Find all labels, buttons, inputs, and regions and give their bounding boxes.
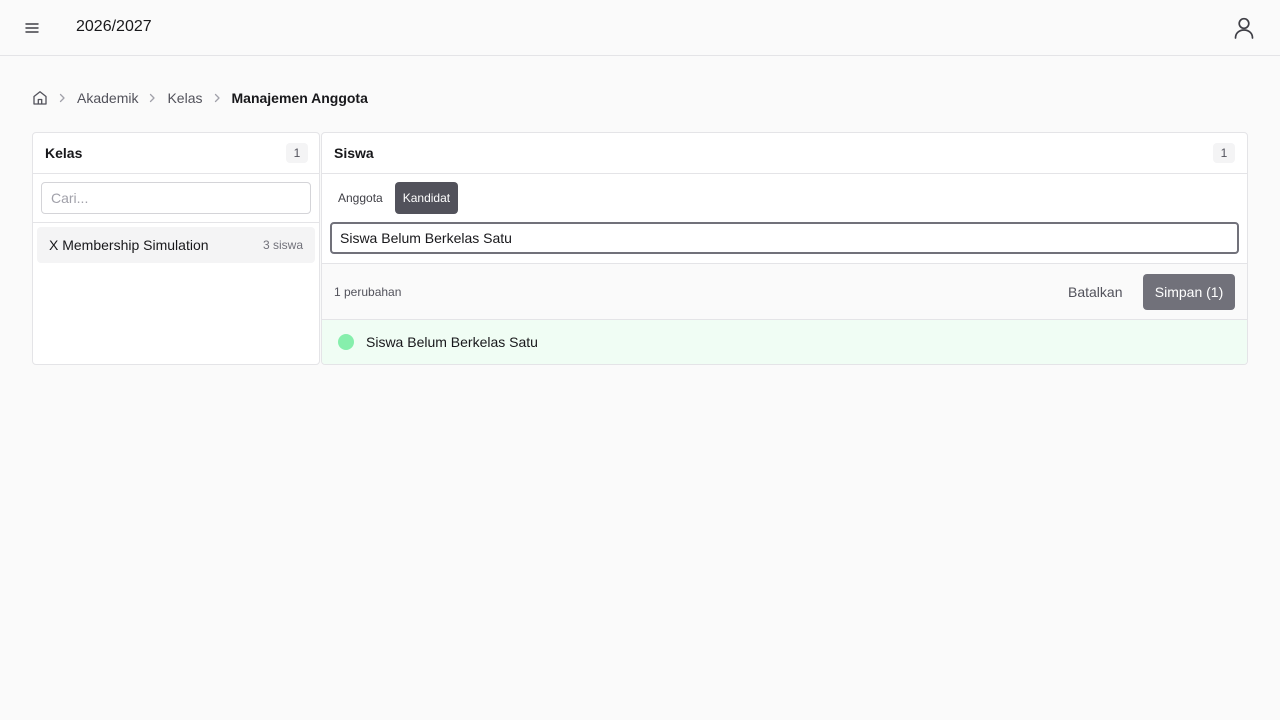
breadcrumb-akademik[interactable]: Akademik bbox=[77, 90, 138, 106]
breadcrumb-current: Manajemen Anggota bbox=[231, 90, 368, 106]
class-panel-title: Kelas bbox=[45, 145, 83, 161]
chevron-right-icon bbox=[54, 90, 70, 106]
hamburger-menu-icon bbox=[25, 23, 39, 33]
class-panel: Kelas 1 X Membership Simulation 3 siswa bbox=[32, 132, 320, 365]
student-search-input[interactable] bbox=[330, 222, 1239, 254]
student-name: Siswa Belum Berkelas Satu bbox=[366, 334, 538, 350]
tab-anggota[interactable]: Anggota bbox=[330, 182, 391, 214]
breadcrumb-home[interactable] bbox=[32, 90, 48, 106]
student-tabs: Anggota Kandidat bbox=[330, 182, 462, 214]
student-panel-header: Siswa 1 bbox=[322, 133, 1247, 174]
selected-status-dot bbox=[338, 334, 354, 350]
home-icon bbox=[33, 91, 47, 105]
class-count-badge: 1 bbox=[286, 143, 308, 163]
chevron-right-icon bbox=[209, 90, 225, 106]
class-search-input[interactable] bbox=[41, 182, 311, 214]
class-name: X Membership Simulation bbox=[49, 237, 209, 253]
student-panel: Siswa 1 Anggota Kandidat 1 perubahan Bat… bbox=[321, 132, 1248, 365]
class-list-item[interactable]: X Membership Simulation 3 siswa bbox=[37, 227, 315, 263]
pending-changes-text: 1 perubahan bbox=[334, 285, 402, 299]
student-panel-title: Siswa bbox=[334, 145, 374, 161]
hamburger-menu-button[interactable] bbox=[20, 16, 44, 40]
student-list-item[interactable]: Siswa Belum Berkelas Satu bbox=[322, 320, 1247, 364]
breadcrumb: Akademik Kelas Manajemen Anggota bbox=[32, 88, 368, 108]
class-student-count: 3 siswa bbox=[262, 238, 303, 252]
user-menu-button[interactable] bbox=[1231, 15, 1257, 41]
academic-year-title: 2026/2027 bbox=[76, 18, 152, 35]
class-panel-header: Kelas 1 bbox=[33, 133, 319, 174]
student-count-badge: 1 bbox=[1213, 143, 1235, 163]
pending-changes-bar: 1 perubahan Batalkan Simpan (1) bbox=[322, 263, 1247, 320]
top-bar: 2026/2027 bbox=[0, 0, 1280, 56]
class-search-area bbox=[33, 174, 319, 223]
save-button[interactable]: Simpan (1) bbox=[1143, 274, 1235, 310]
breadcrumb-kelas[interactable]: Kelas bbox=[167, 90, 202, 106]
user-icon bbox=[1234, 17, 1254, 39]
cancel-button[interactable]: Batalkan bbox=[1056, 274, 1134, 310]
tab-kandidat[interactable]: Kandidat bbox=[394, 182, 459, 214]
chevron-right-icon bbox=[144, 90, 160, 106]
